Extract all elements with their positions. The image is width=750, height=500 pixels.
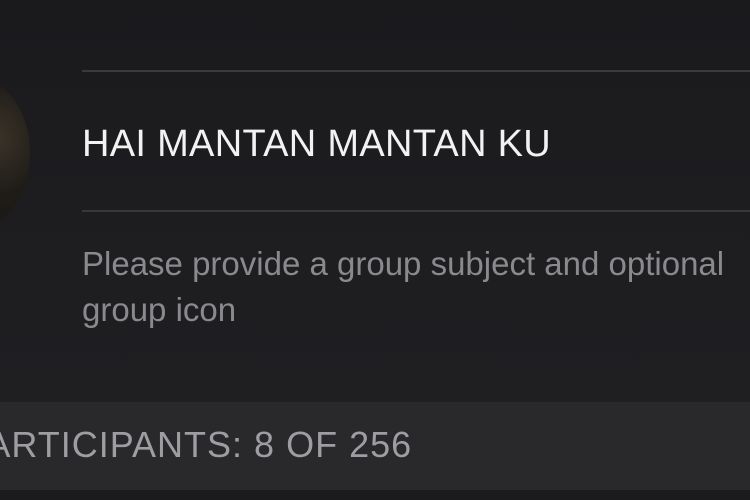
subject-divider [82,210,750,212]
participants-count-label: PARTICIPANTS: 8 OF 256 [0,424,413,465]
hint-line-2: group icon [82,291,237,328]
group-subject-hint: Please provide a group subject and optio… [82,241,750,333]
group-icon-avatar[interactable] [0,78,30,228]
group-subject-input[interactable] [82,114,750,174]
top-divider [82,70,750,72]
participants-section-header: PARTICIPANTS: 8 OF 256 [0,402,750,490]
bottom-strip [0,490,750,500]
new-group-screen: Please provide a group subject and optio… [0,0,750,500]
hint-line-1: Please provide a group subject and optio… [82,245,725,282]
